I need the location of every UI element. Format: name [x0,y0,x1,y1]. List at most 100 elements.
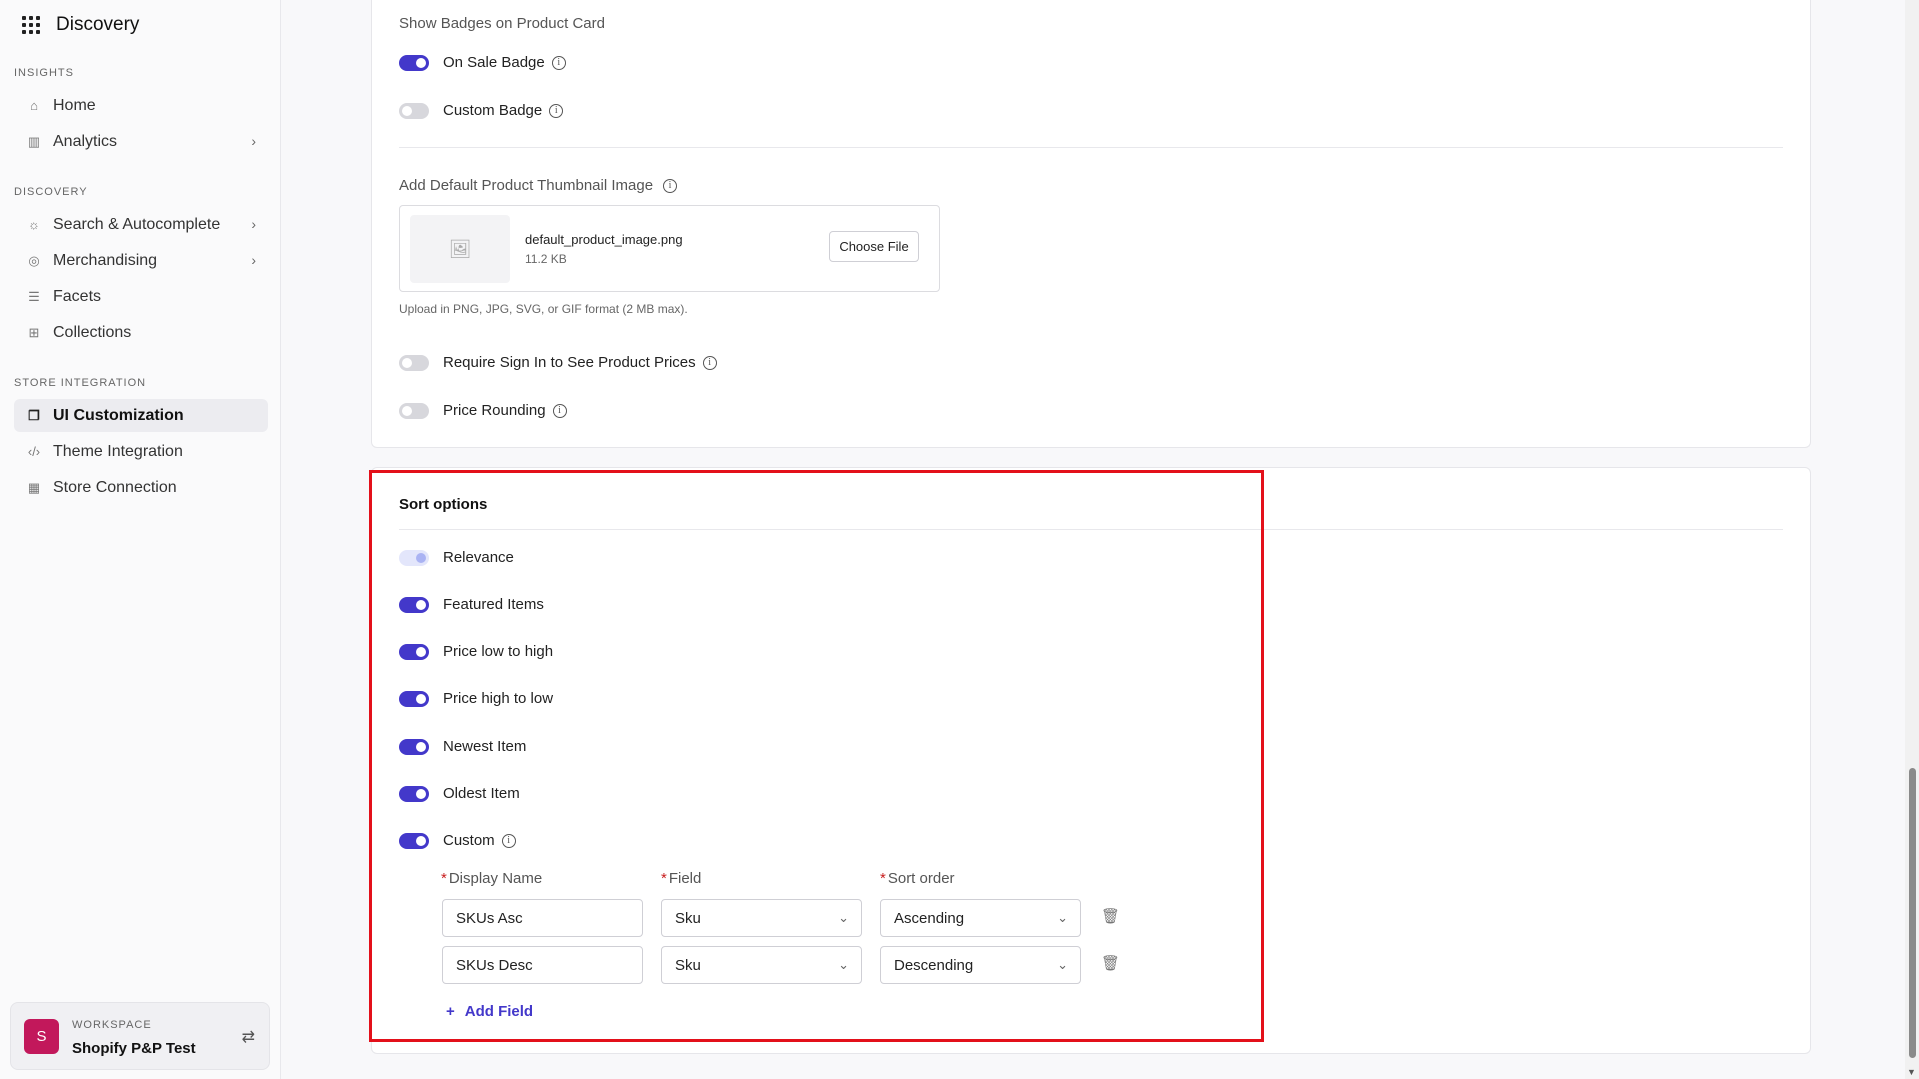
field-column-label: * Field [661,870,702,887]
sort-option-label: Price low to high [443,643,554,660]
display-name-input[interactable]: SKUs Desc [442,946,643,984]
sidebar-item-label: Facets [53,287,102,305]
chevron-down-icon: ⌄ [838,910,849,925]
field-select[interactable]: Sku ⌄ [661,899,862,937]
swap-icon[interactable]: ⇄ [242,1027,255,1047]
sort-option-price-high-low: Price high to low [399,690,553,707]
sort-option-relevance: Relevance [399,549,514,566]
store-icon: ▦ [27,479,41,495]
thumbnail-heading: Add Default Product Thumbnail Image [399,177,654,194]
sort-option-label: Custom [443,832,495,849]
require-signin-label: Require Sign In to See Product Prices [443,354,696,371]
trash-icon[interactable]: 🗑 [1101,954,1120,972]
sort-order-select-value: Ascending [894,909,965,927]
info-icon[interactable]: i [551,55,566,70]
copy-icon: ❐ [28,407,40,423]
display-name-column-label: * Display Name [441,870,543,887]
sidebar-item-label: UI Customization [53,406,184,424]
sidebar-item-home[interactable]: ⌂ Home [14,89,268,122]
require-signin-toggle[interactable] [399,354,429,371]
sidebar-item-label: Theme Integration [53,442,183,460]
on-sale-badge-label: On Sale Badge [443,54,545,71]
code-icon: ‹/› [27,444,41,459]
vertical-scrollbar[interactable]: ▼ [1905,0,1919,1079]
info-icon[interactable]: i [663,178,678,193]
section-label-discovery: DISCOVERY [14,186,88,198]
scrollbar-thumb[interactable] [1909,768,1916,1058]
lightbulb-icon: ☼ [28,217,40,232]
sidebar-item-theme-integration[interactable]: ‹/› Theme Integration [14,435,268,468]
chevron-down-icon: ⌄ [838,957,849,972]
sidebar-item-analytics[interactable]: ▥ Analytics › [14,125,268,158]
sort-order-select-value: Descending [894,956,974,974]
on-sale-badge-toggle[interactable] [399,54,429,71]
workspace-name: Shopify P&P Test [72,1040,196,1057]
field-select[interactable]: Sku ⌄ [661,946,862,984]
chevron-right-icon: › [251,133,256,149]
sort-option-newest: Newest Item [399,738,526,755]
section-label-insights: INSIGHTS [14,67,74,79]
relevance-toggle [399,549,429,566]
custom-badge-toggle[interactable] [399,102,429,119]
price-rounding-row: Price Rounding i [399,402,567,419]
info-icon[interactable]: i [552,403,567,418]
workspace-label: WORKSPACE [72,1019,152,1031]
sidebar-item-label: Store Connection [53,478,177,496]
sidebar-item-label: Merchandising [53,251,158,269]
price-rounding-toggle[interactable] [399,402,429,419]
list-icon: ☰ [28,288,40,304]
require-signin-row: Require Sign In to See Product Prices i [399,354,717,371]
chevron-down-icon: ⌄ [1057,957,1068,972]
featured-items-toggle[interactable] [399,596,429,613]
price-low-high-toggle[interactable] [399,643,429,660]
file-upload-box: 🖼 default_product_image.png 11.2 KB Choo… [399,205,940,292]
badges-heading: Show Badges on Product Card [399,15,605,32]
sidebar-item-label: Analytics [53,132,118,150]
chevron-down-icon: ⌄ [1057,910,1068,925]
newest-item-toggle[interactable] [399,738,429,755]
sidebar-item-facets[interactable]: ☰ Facets [14,280,268,313]
avatar: S [24,1019,59,1054]
sidebar-item-label: Home [53,96,96,114]
price-high-low-toggle[interactable] [399,690,429,707]
trash-icon[interactable]: 🗑 [1101,907,1120,925]
add-field-button[interactable]: + Add Field [446,1003,533,1020]
sidebar-item-collections[interactable]: ⊞ Collections [14,316,268,349]
choose-file-button[interactable]: Choose File [829,231,919,262]
sort-order-select[interactable]: Descending ⌄ [880,946,1081,984]
sidebar-item-store-connection[interactable]: ▦ Store Connection [14,471,268,504]
sort-options-title: Sort options [399,496,488,513]
info-icon[interactable]: i [702,355,717,370]
info-icon[interactable]: i [501,833,516,848]
sidebar-item-ui-customization[interactable]: ❐ UI Customization [14,399,268,432]
sort-option-featured: Featured Items [399,596,544,613]
brand[interactable]: Discovery [22,14,139,36]
info-icon[interactable]: i [549,103,564,118]
file-name: default_product_image.png [525,232,683,247]
custom-toggle[interactable] [399,832,429,849]
app-grid-icon[interactable] [22,16,40,34]
sort-option-oldest: Oldest Item [399,785,520,802]
field-select-value: Sku [675,909,701,927]
oldest-item-toggle[interactable] [399,785,429,802]
display-name-input[interactable]: SKUs Asc [442,899,643,937]
sidebar-item-label: Search & Autocomplete [53,215,221,233]
bar-chart-icon: ▥ [27,133,41,149]
sort-order-select[interactable]: Ascending ⌄ [880,899,1081,937]
thumbnail-heading-row: Add Default Product Thumbnail Image i [399,177,678,194]
image-placeholder-icon: 🖼 [410,215,510,283]
price-rounding-label: Price Rounding [443,402,546,419]
sidebar-item-merchandising[interactable]: ◎ Merchandising › [14,244,268,277]
scroll-down-arrow-icon[interactable]: ▼ [1907,1067,1916,1077]
chevron-right-icon: › [251,216,256,232]
sidebar: Discovery INSIGHTS ⌂ Home ▥ Analytics › … [0,0,281,1079]
app-title: Discovery [56,14,140,35]
sidebar-item-search-autocomplete[interactable]: ☼ Search & Autocomplete › [14,208,268,241]
sort-option-label: Newest Item [443,738,527,755]
upload-hint: Upload in PNG, JPG, SVG, or GIF format (… [399,302,688,316]
chevron-right-icon: › [251,252,256,268]
workspace-switcher[interactable]: S WORKSPACE Shopify P&P Test ⇄ [10,1002,270,1070]
sort-option-label: Price high to low [443,690,554,707]
plus-icon: + [446,1003,455,1020]
sort-order-column-label: * Sort order [880,870,955,887]
